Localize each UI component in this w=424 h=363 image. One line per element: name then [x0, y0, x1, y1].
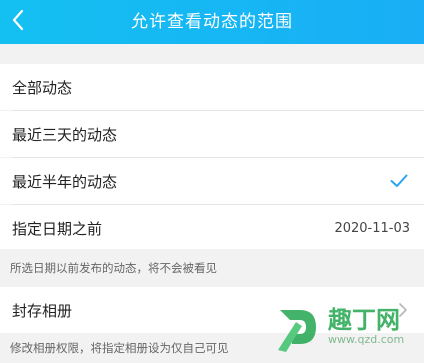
option-label: 全部动态: [12, 77, 410, 98]
option-label: 指定日期之前: [12, 218, 334, 239]
watermark: 趣丁网 www.qzd.com: [274, 297, 424, 357]
option-all-posts[interactable]: 全部动态: [0, 64, 424, 110]
option-recent-half-year[interactable]: 最近半年的动态: [0, 158, 424, 204]
option-recent-three-days[interactable]: 最近三天的动态: [0, 111, 424, 157]
page-title: 允许查看动态的范围: [0, 7, 424, 32]
option-label: 最近半年的动态: [12, 171, 388, 192]
watermark-title: 趣丁网: [328, 307, 404, 333]
top-gap: [0, 44, 424, 64]
date-value[interactable]: 2020-11-03: [334, 221, 410, 236]
watermark-url: www.qzd.com: [328, 333, 404, 347]
option-before-date[interactable]: 指定日期之前 2020-11-03: [0, 205, 424, 251]
option-label: 最近三天的动态: [12, 124, 410, 145]
nav-bar: 允许查看动态的范围: [0, 0, 424, 44]
checkmark-icon: [388, 170, 410, 192]
watermark-logo-icon: [274, 300, 324, 354]
date-note: 所选日期以前发布的动态，将不会被看见: [0, 249, 424, 287]
